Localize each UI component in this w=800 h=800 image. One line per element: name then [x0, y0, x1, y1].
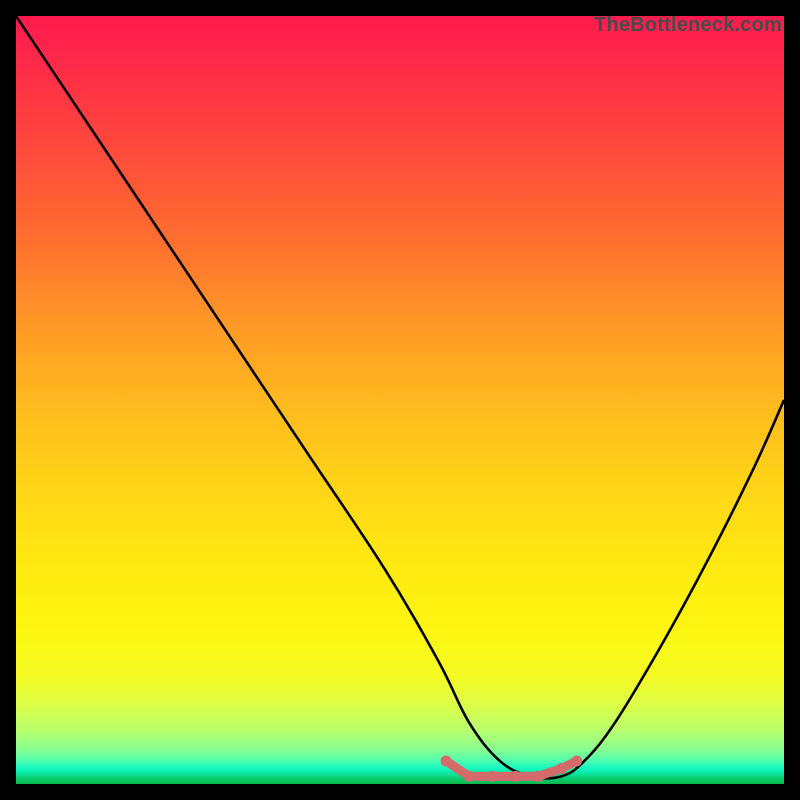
curve-layer — [16, 16, 784, 784]
valley-marker — [533, 771, 544, 782]
valley-marker — [571, 755, 582, 766]
valley-marker — [556, 763, 567, 774]
chart-frame: TheBottleneck.com — [16, 16, 784, 784]
valley-marker — [510, 771, 521, 782]
bottleneck-curve — [16, 16, 784, 778]
valley-marker — [487, 771, 498, 782]
valley-marker — [441, 755, 452, 766]
plot-area: TheBottleneck.com — [16, 16, 784, 784]
valley-marker — [464, 771, 475, 782]
